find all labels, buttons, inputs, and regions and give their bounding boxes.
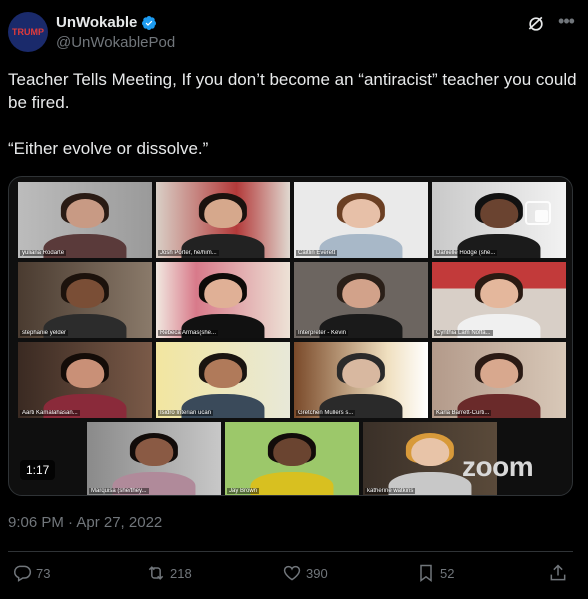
video-tile: Interpreter - Kevin: [294, 262, 428, 338]
video-tile: Jay Brown: [225, 422, 359, 495]
participant-name: Josh Porter, he/him...: [158, 250, 219, 256]
bookmark-icon: [420, 564, 432, 582]
avatar[interactable]: TRUMP: [8, 12, 48, 52]
divider: [8, 551, 573, 552]
repost-button[interactable]: 218: [146, 563, 192, 583]
author-name-row: UnWokable: [56, 14, 157, 31]
heart-icon: [283, 565, 301, 581]
participant-name: katherine watkins: [365, 488, 416, 494]
share-icon: [550, 564, 566, 581]
video-duration: 1:17: [20, 460, 56, 480]
participant-name: Isidro Interian ucan: [158, 410, 214, 416]
expand-icon[interactable]: [524, 200, 552, 226]
participant-name: Caitlin Everett: [296, 250, 338, 256]
participant-name: stephanie yelder: [20, 330, 69, 336]
video-tile: Cynthia Lam Noffa...: [432, 262, 566, 338]
verified-badge-icon: [142, 15, 157, 30]
action-bar: 73 218 390 52: [8, 563, 573, 589]
reply-button[interactable]: 73: [12, 563, 50, 583]
participant-name: Jay Brown: [227, 488, 260, 494]
video-tile: Caitlin Everett: [294, 182, 428, 258]
handle[interactable]: @UnWokablePod: [56, 34, 175, 51]
bookmark-button[interactable]: 52: [416, 563, 454, 583]
zoom-watermark: zoom: [462, 451, 534, 482]
tweet-timestamp[interactable]: 9:06 PM · Apr 27, 2022: [8, 514, 162, 531]
participant-name: Interpreter - Kevin: [296, 330, 349, 336]
like-count: 390: [306, 565, 328, 581]
bookmark-count: 52: [440, 565, 455, 581]
video-tile: yuliana Rodarte: [18, 182, 152, 258]
participant-name: Rebeca Armas(she...: [158, 330, 219, 336]
avatar-text: TRUMP: [12, 26, 44, 37]
participant-name: Gretchen Mullers s...: [296, 410, 356, 416]
video-tile: Josh Porter, he/him...: [156, 182, 290, 258]
tweet-header: TRUMP UnWokable @UnWokablePod •••: [8, 10, 580, 60]
participant-name: Aarti Kamalahasan...: [20, 410, 80, 416]
video-tile: Karla Barrett-Curti...: [432, 342, 566, 418]
participant-name: Cynthia Lam Noffa...: [434, 330, 493, 336]
video-tile: Aarti Kamalahasan...: [18, 342, 152, 418]
video-tile: Rebeca Armas(she...: [156, 262, 290, 338]
participant-name: yuliana Rodarte: [20, 250, 67, 256]
reply-count: 73: [36, 565, 51, 581]
video-tile: Marquisa (she/they...: [87, 422, 221, 495]
share-button[interactable]: [548, 563, 568, 583]
display-name[interactable]: UnWokable: [56, 14, 137, 31]
tweet-text: Teacher Tells Meeting, If you don’t beco…: [8, 70, 577, 158]
more-options-icon[interactable]: •••: [556, 12, 576, 34]
participant-name: Marquisa (she/they...: [89, 488, 149, 494]
video-player[interactable]: yuliana Rodarte Josh Porter, he/him... C…: [8, 176, 573, 496]
video-tile: Isidro Interian ucan: [156, 342, 290, 418]
participant-name: Danielle Hodge (she...: [434, 250, 498, 256]
video-tile: Gretchen Mullers s...: [294, 342, 428, 418]
video-tile: stephanie yelder: [18, 262, 152, 338]
like-button[interactable]: 390: [282, 563, 328, 583]
grok-icon[interactable]: [526, 14, 546, 34]
reply-icon: [14, 565, 32, 582]
repost-icon: [148, 566, 164, 580]
participant-name: Karla Barrett-Curti...: [434, 410, 492, 416]
repost-count: 218: [170, 565, 192, 581]
